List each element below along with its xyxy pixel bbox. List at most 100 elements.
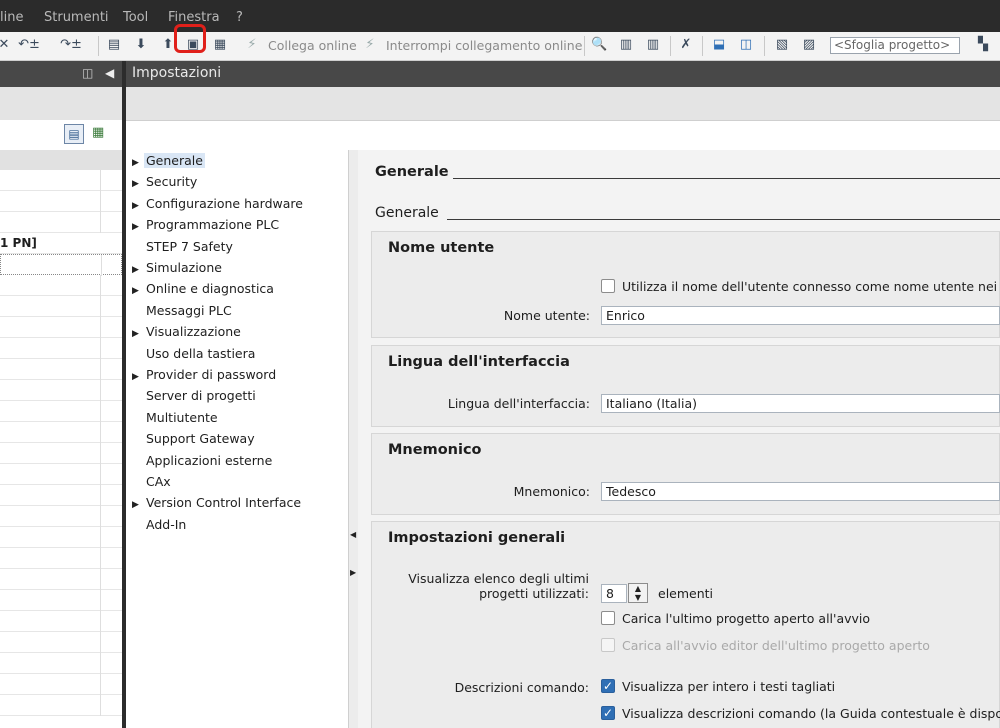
- load-last-editor-checkbox[interactable]: [601, 638, 615, 652]
- tree-row[interactable]: [0, 653, 122, 674]
- settings-nav-item[interactable]: Multiutente: [132, 408, 218, 428]
- expand-arrow-icon[interactable]: ▶: [132, 217, 146, 237]
- undo-icon[interactable]: ↶±: [16, 37, 42, 53]
- tree-row[interactable]: [0, 569, 122, 590]
- settings-nav-item[interactable]: ▶ Simulazione: [132, 258, 222, 278]
- settings-nav-item[interactable]: ▶ Generale: [132, 151, 205, 171]
- export-icon[interactable]: ▦: [92, 125, 104, 140]
- settings-nav-item[interactable]: ▶ Configurazione hardware: [132, 194, 303, 214]
- tree-row[interactable]: [0, 170, 122, 191]
- expand-arrow-icon[interactable]: ▶: [132, 367, 146, 387]
- settings-nav-item[interactable]: Add-In: [132, 515, 186, 535]
- settings-nav-item[interactable]: ▶ Online e diagnostica: [132, 279, 274, 299]
- tree-row-focused[interactable]: [0, 254, 122, 276]
- tree-row[interactable]: [0, 275, 122, 296]
- settings-nav-label: Support Gateway: [146, 431, 255, 447]
- settings-nav-label: Security: [146, 174, 198, 190]
- tree-row[interactable]: [0, 611, 122, 632]
- settings-nav-item[interactable]: Uso della tastiera: [132, 344, 255, 364]
- tree-row[interactable]: [0, 401, 122, 422]
- download-to-device-icon[interactable]: ⬇: [133, 37, 149, 53]
- compile-icon[interactable]: ▤: [106, 37, 122, 53]
- navigation-splitter[interactable]: ◀ ▶: [348, 150, 358, 728]
- restore-area-icon[interactable]: ▨: [801, 37, 817, 53]
- maximize-area-icon[interactable]: ▧: [774, 37, 790, 53]
- settings-nav-item[interactable]: Applicazioni esterne: [132, 451, 272, 471]
- menu-tool[interactable]: Tool: [123, 10, 148, 25]
- tree-row[interactable]: [0, 443, 122, 464]
- expand-arrow-icon[interactable]: ▶: [132, 260, 146, 280]
- connect-online-button[interactable]: Collega online: [268, 38, 357, 53]
- settings-nav-item[interactable]: CAx: [132, 472, 171, 492]
- use-logged-user-checkbox[interactable]: [601, 279, 615, 293]
- settings-nav-item[interactable]: Messaggi PLC: [132, 301, 232, 321]
- tree-row[interactable]: [0, 317, 122, 338]
- collapse-left-icon[interactable]: ◀: [105, 66, 114, 80]
- start-cpu-icon[interactable]: ▥: [618, 37, 634, 53]
- settings-nav-item[interactable]: Server di progetti: [132, 386, 256, 406]
- expand-nav-icon[interactable]: ▶: [350, 568, 356, 577]
- tree-row[interactable]: [0, 296, 122, 317]
- tree-row[interactable]: [0, 548, 122, 569]
- go-offline-icon[interactable]: ⚡: [362, 37, 378, 53]
- settings-nav-item[interactable]: Support Gateway: [132, 429, 255, 449]
- settings-nav-item[interactable]: ▶ Provider di password: [132, 365, 276, 385]
- expand-arrow-icon[interactable]: ▶: [132, 281, 146, 301]
- accessible-devices-icon[interactable]: 🔍: [591, 37, 607, 53]
- split-horizontal-icon[interactable]: ⬓: [711, 37, 727, 53]
- cross-references-icon[interactable]: ✗: [678, 37, 694, 53]
- settings-nav-item[interactable]: ▶ Version Control Interface: [132, 493, 301, 513]
- tree-row[interactable]: [0, 212, 122, 233]
- tree-row[interactable]: [0, 674, 122, 695]
- upload-runtime-icon[interactable]: ▦: [212, 37, 228, 53]
- language-select[interactable]: Italiano (Italia): [601, 394, 1000, 413]
- menu-strumenti[interactable]: Strumenti: [44, 10, 109, 25]
- expand-arrow-icon[interactable]: ▶: [132, 196, 146, 216]
- split-vertical-icon[interactable]: ◫: [738, 37, 754, 53]
- disconnect-online-button[interactable]: Interrompi collegamento online: [386, 38, 582, 53]
- show-tooltips-checkbox[interactable]: ✓: [601, 706, 615, 720]
- menu-help[interactable]: ?: [236, 10, 243, 25]
- tree-row[interactable]: [0, 338, 122, 359]
- expand-arrow-icon[interactable]: ▶: [132, 174, 146, 194]
- tree-row[interactable]: [0, 422, 122, 443]
- settings-nav-item[interactable]: ▶ Programmazione PLC: [132, 215, 279, 235]
- tree-row[interactable]: [0, 590, 122, 611]
- tree-row[interactable]: [0, 506, 122, 527]
- search-project-icon[interactable]: ▚: [975, 37, 991, 53]
- redo-icon[interactable]: ↷±: [58, 37, 84, 53]
- tree-row[interactable]: [0, 632, 122, 653]
- cut-icon[interactable]: ✕: [0, 37, 12, 53]
- stop-cpu-icon[interactable]: ▥: [645, 37, 661, 53]
- settings-nav-item[interactable]: STEP 7 Safety: [132, 237, 233, 257]
- tree-row[interactable]: [0, 527, 122, 548]
- load-last-project-checkbox[interactable]: [601, 611, 615, 625]
- tree-row[interactable]: [0, 695, 122, 716]
- collapse-nav-icon[interactable]: ◀: [350, 530, 356, 539]
- tree-row[interactable]: [0, 380, 122, 401]
- settings-nav-item[interactable]: ▶ Security: [132, 172, 197, 192]
- mnemonic-select[interactable]: Tedesco: [601, 482, 1000, 501]
- expand-arrow-icon[interactable]: ▶: [132, 324, 146, 344]
- overview-icon[interactable]: ▤: [64, 124, 84, 144]
- user-name-field[interactable]: Enrico: [601, 306, 1000, 325]
- tree-row[interactable]: [0, 485, 122, 506]
- tree-row[interactable]: 1 PN]: [0, 233, 122, 254]
- recent-projects-spinner[interactable]: ▲ ▼: [628, 583, 648, 603]
- show-truncated-texts-checkbox[interactable]: ✓: [601, 679, 615, 693]
- tree-row[interactable]: [0, 464, 122, 485]
- settings-nav-label: Online e diagnostica: [146, 281, 274, 297]
- pane-toggle-icon[interactable]: ◫: [82, 66, 93, 80]
- browse-project-field[interactable]: <Sfoglia progetto>: [830, 37, 960, 54]
- expand-arrow-icon[interactable]: ▶: [132, 495, 146, 515]
- language-label: Lingua dell'interfaccia:: [447, 396, 590, 411]
- settings-nav-item[interactable]: ▶ Visualizzazione: [132, 322, 241, 342]
- use-logged-user-label: Utilizza il nome dell'utente connesso co…: [622, 279, 1000, 294]
- menu-finestra[interactable]: Finestra: [168, 10, 220, 25]
- go-online-icon[interactable]: ⚡: [244, 37, 260, 53]
- menu-online[interactable]: line: [0, 10, 23, 25]
- tree-row[interactable]: [0, 359, 122, 380]
- recent-projects-count-input[interactable]: 8: [601, 584, 627, 603]
- project-tree-column-header: [0, 150, 122, 170]
- tree-row[interactable]: [0, 191, 122, 212]
